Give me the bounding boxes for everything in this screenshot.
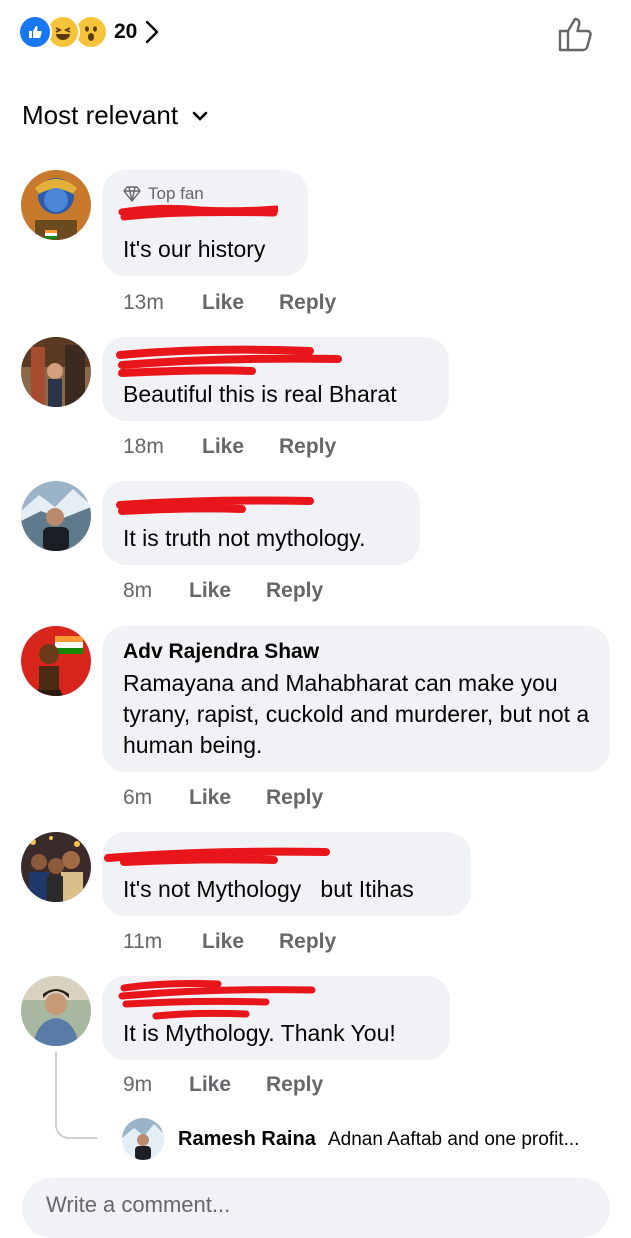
comment-text: It's our history xyxy=(123,236,266,262)
comment-time: 11m xyxy=(123,930,163,953)
like-button[interactable]: Like xyxy=(202,930,244,954)
comment-text: Ramayana and Mahabharat can make you tyr… xyxy=(123,670,590,758)
reply-snippet: Adnan Aaftab and one profit... xyxy=(328,1129,580,1150)
reactions-bar: 20 xyxy=(0,0,631,70)
avatar[interactable] xyxy=(21,481,91,551)
comment-bubble[interactable]: Beautiful this is real Bharat xyxy=(102,337,449,421)
comment-text: It is Mythology. Thank You! xyxy=(123,1020,396,1046)
avatar[interactable] xyxy=(21,337,91,407)
comment-time: 8m xyxy=(123,579,153,602)
comment-text: It is truth not mythology. xyxy=(123,525,366,551)
reply-button[interactable]: Reply xyxy=(279,930,336,954)
comment-bubble[interactable]: Top fan It's our history xyxy=(102,170,308,276)
like-button[interactable]: Like xyxy=(189,1073,231,1097)
comment-input-placeholder: Write a comment... xyxy=(46,1192,231,1217)
avatar[interactable] xyxy=(21,626,91,696)
avatar[interactable] xyxy=(21,832,91,902)
like-button[interactable]: Like xyxy=(202,291,244,315)
avatar[interactable] xyxy=(21,976,91,1046)
avatar xyxy=(122,1118,164,1160)
reply-button[interactable]: Reply xyxy=(279,291,336,315)
comment-input[interactable]: Write a comment... xyxy=(22,1178,610,1238)
like-icon xyxy=(18,15,52,49)
sort-dropdown[interactable]: Most relevant xyxy=(22,100,208,131)
redaction-mark xyxy=(116,345,342,377)
comment-time: 6m xyxy=(123,786,153,809)
comment-time: 18m xyxy=(123,435,164,458)
comment-bubble[interactable]: It's not Mythology but Itihas xyxy=(102,832,471,916)
redaction-mark xyxy=(104,847,330,866)
comment-author[interactable]: Adv Rajendra Shaw xyxy=(123,640,319,664)
comment-time: 13m xyxy=(123,291,164,314)
reaction-count: 20 xyxy=(114,20,138,43)
top-fan-badge: Top fan xyxy=(123,184,204,204)
avatar[interactable] xyxy=(21,170,91,240)
comment-bubble[interactable]: It is truth not mythology. xyxy=(102,481,420,565)
reply-button[interactable]: Reply xyxy=(266,786,323,810)
reply-button[interactable]: Reply xyxy=(266,1073,323,1097)
reactions-summary[interactable]: 20 xyxy=(18,14,160,50)
diamond-icon xyxy=(123,186,141,202)
like-button[interactable]: Like xyxy=(189,579,231,603)
sort-label: Most relevant xyxy=(22,100,179,130)
redaction-mark xyxy=(118,980,316,1020)
like-button[interactable]: Like xyxy=(202,435,244,459)
comment-bubble[interactable]: It is Mythology. Thank You! xyxy=(102,976,450,1060)
like-outline-icon[interactable] xyxy=(556,14,596,54)
reply-author[interactable]: Ramesh Raina xyxy=(178,1128,316,1151)
like-button[interactable]: Like xyxy=(189,786,231,810)
reply-button[interactable]: Reply xyxy=(279,435,336,459)
thread-connector xyxy=(55,1052,97,1139)
reply-preview[interactable]: Ramesh Raina Adnan Aaftab and one profit… xyxy=(122,1118,622,1162)
chevron-right-icon xyxy=(146,20,160,44)
comment-text: Beautiful this is real Bharat xyxy=(123,381,397,407)
comment-text: It's not Mythology but Itihas xyxy=(123,876,414,902)
redaction-mark xyxy=(116,496,314,515)
comment-time: 9m xyxy=(123,1073,153,1096)
redaction-mark xyxy=(118,204,278,221)
reply-button[interactable]: Reply xyxy=(266,579,323,603)
comment-bubble[interactable]: Adv Rajendra Shaw Ramayana and Mahabhara… xyxy=(102,626,610,772)
chevron-down-icon xyxy=(192,111,208,121)
